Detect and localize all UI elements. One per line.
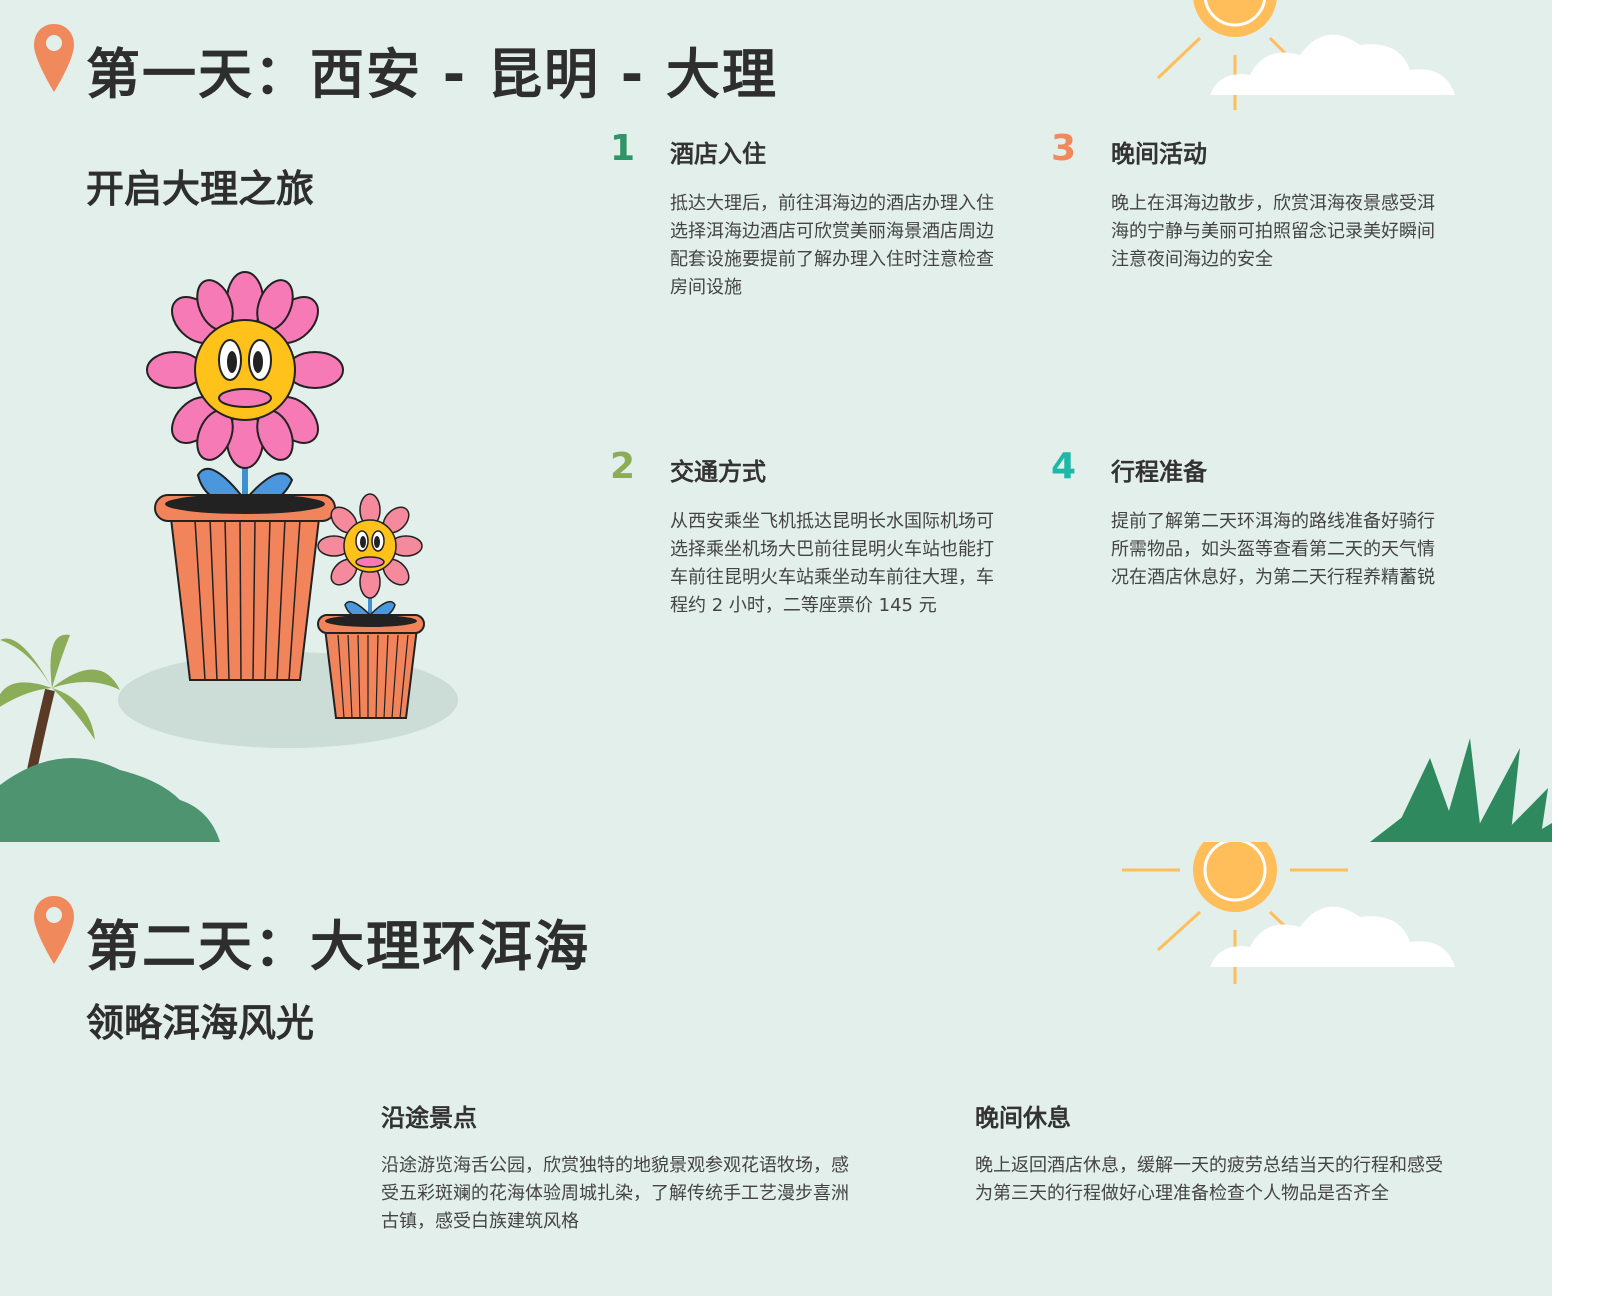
small-flower: [317, 493, 423, 620]
item-title-evening: 晚间活动: [1111, 140, 1207, 168]
small-pot: [317, 614, 425, 719]
item-number: 4: [1051, 446, 1077, 487]
item-text-evening: 晚上在洱海边散步，欣赏洱海夜景感受洱海的宁静与美丽可拍照留念记录美好瞬间注意夜间…: [1111, 193, 1435, 270]
item-text-transport: 从西安乘坐飞机抵达昆明长水国际机场可选择乘坐机场大巴前往昆明火车站也能打车前往昆…: [670, 511, 994, 616]
day2-subtitle: 领略洱海风光: [86, 1001, 315, 1045]
item-title-prep: 行程准备: [1111, 458, 1207, 486]
item-text-rest: 晚上返回酒店休息，缓解一天的疲劳总结当天的行程和感受为第三天的行程做好心理准备检…: [975, 1155, 1443, 1204]
item-title-rest: 晚间休息: [975, 1104, 1071, 1132]
cloud-icon: [1210, 34, 1455, 95]
item-title-hotel: 酒店入住: [670, 140, 766, 168]
fan-leaf-icon: [1370, 738, 1552, 842]
item-text-prep: 提前了解第二天环洱海的路线准备好骑行所需物品，如头盔等查看第二天的天气情况在酒店…: [1111, 511, 1435, 588]
location-pin-icon: [34, 896, 74, 964]
item-number: 1: [610, 128, 636, 169]
big-flower: [146, 271, 344, 515]
item-title-sights: 沿途景点: [381, 1104, 477, 1132]
cloud-icon: [1210, 906, 1455, 967]
palm-tree-icon: [0, 634, 220, 842]
day1-subtitle: 开启大理之旅: [86, 167, 315, 211]
day2-slide: 第二天：大理环洱海 领略洱海风光 沿途景点 沿途游览海舌公园，欣赏独特的地貌景观…: [0, 842, 1552, 1296]
item-text-sights: 沿途游览海舌公园，欣赏独特的地貌景观参观花语牧场，感受五彩斑斓的花海体验周城扎染…: [381, 1155, 849, 1232]
item-number: 3: [1051, 128, 1077, 169]
sun-cloud-decoration: [1156, 0, 1455, 110]
sun-cloud-decoration: [1122, 842, 1455, 984]
location-pin-icon: [34, 24, 74, 92]
day1-title: 第一天：西安 - 昆明 - 大理: [86, 43, 779, 106]
item-title-transport: 交通方式: [670, 458, 766, 486]
item-text-hotel: 抵达大理后，前往洱海边的酒店办理入住选择洱海边酒店可欣赏美丽海景酒店周边配套设施…: [670, 193, 994, 298]
day1-slide: 第一天：西安 - 昆明 - 大理 开启大理之旅 1 酒店入住 抵达大理后，前往洱…: [0, 0, 1552, 842]
item-number: 2: [610, 446, 636, 487]
day2-title: 第二天：大理环洱海: [86, 915, 590, 978]
